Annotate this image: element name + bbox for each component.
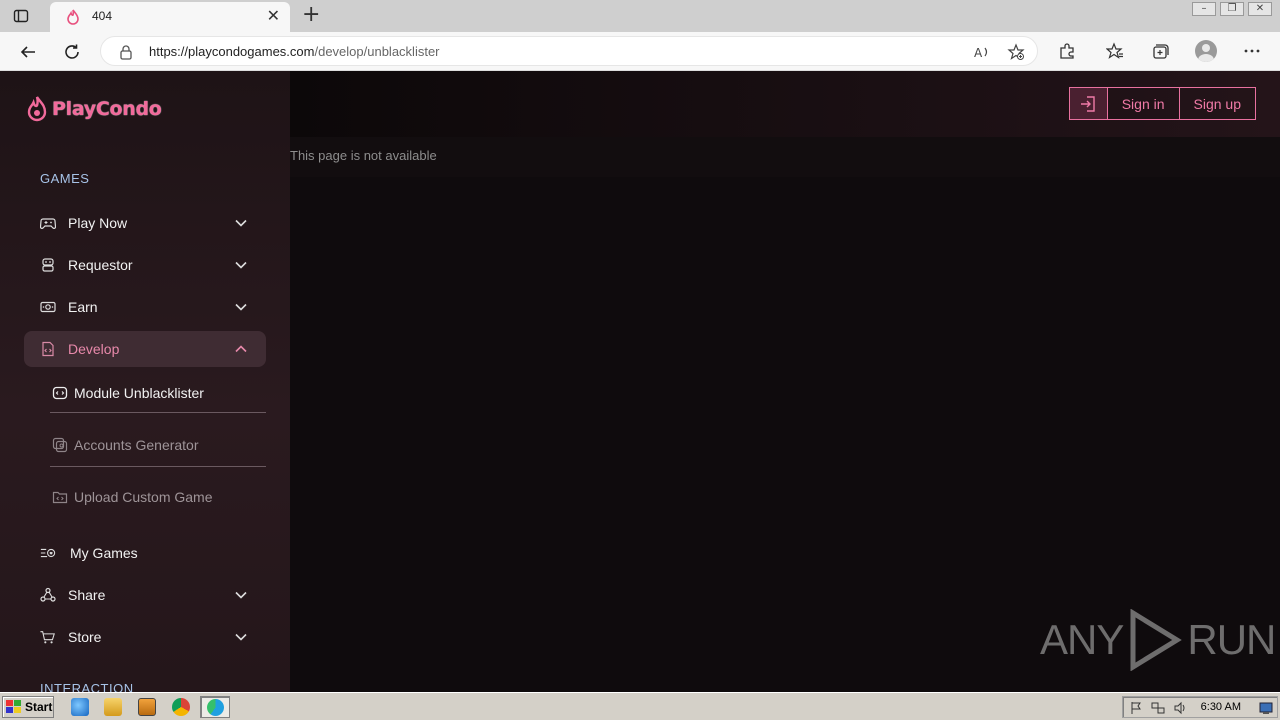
profile-avatar[interactable] <box>1195 40 1217 62</box>
main-header: Sign in Sign up <box>290 71 1280 137</box>
url-text[interactable]: https://playcondogames.com/develop/unbla… <box>149 44 440 59</box>
windows-logo-icon <box>6 700 21 713</box>
chevron-down-icon[interactable] <box>234 630 248 644</box>
browser-toolbar: https://playcondogames.com/develop/unbla… <box>0 32 1280 71</box>
restore-icon[interactable]: ❐ <box>1220 2 1244 16</box>
sidebar-item-my-games[interactable]: My Games <box>24 535 266 571</box>
sub-item-label: Accounts Generator <box>74 437 199 453</box>
section-title-games: GAMES <box>40 171 90 186</box>
login-icon <box>1081 95 1095 112</box>
sidebar-item-label: Store <box>68 629 102 645</box>
browser-tab[interactable]: 404 ✕ <box>50 2 290 32</box>
windows-taskbar: Start 6:30 AM <box>0 692 1280 720</box>
folder-icon[interactable] <box>104 698 122 716</box>
chevron-down-icon[interactable] <box>234 258 248 272</box>
chrome-icon[interactable] <box>172 698 190 716</box>
extensions-icon[interactable] <box>1057 41 1077 61</box>
favorites-icon[interactable] <box>1105 41 1125 61</box>
network-icon[interactable] <box>1151 701 1165 715</box>
sidebar-item-share[interactable]: Share <box>24 577 266 613</box>
anyrun-watermark: ANY RUN <box>1040 609 1276 671</box>
playcondo-logo[interactable]: PlayCondo <box>26 96 162 122</box>
collections-icon[interactable] <box>1150 41 1170 61</box>
read-aloud-icon[interactable]: A <box>973 43 991 61</box>
money-icon <box>40 301 56 313</box>
browser-tab-bar: 404 ✕ + – ❐ ✕ <box>0 0 1280 32</box>
module-icon <box>52 386 68 400</box>
auth-buttons: Sign in Sign up <box>1068 87 1256 120</box>
cart-icon <box>40 631 55 644</box>
list-heart-icon <box>40 548 56 558</box>
sidebar: PlayCondo GAMES Play Now Requestor Earn … <box>0 71 290 692</box>
close-window-icon[interactable]: ✕ <box>1248 2 1272 16</box>
section-title-interaction: INTERACTION <box>40 681 134 692</box>
media-player-icon[interactable] <box>138 698 156 716</box>
gamepad-icon <box>40 218 56 229</box>
chevron-down-icon[interactable] <box>234 588 248 602</box>
watermark-text-left: ANY <box>1040 616 1124 663</box>
ie-icon[interactable] <box>71 698 89 716</box>
lock-icon[interactable] <box>119 44 133 60</box>
address-bar[interactable]: https://playcondogames.com/develop/unbla… <box>100 36 1038 66</box>
sidebar-item-label: Play Now <box>68 215 128 231</box>
start-label: Start <box>25 700 53 714</box>
sidebar-item-requestor[interactable]: Requestor <box>24 247 266 283</box>
sub-item-module-unblacklister[interactable]: Module Unblacklister <box>50 375 266 411</box>
page: PlayCondo GAMES Play Now Requestor Earn … <box>0 71 1280 692</box>
tab-actions-icon[interactable] <box>10 6 32 26</box>
sub-divider <box>50 466 266 467</box>
sub-item-label: Module Unblacklister <box>74 385 204 401</box>
sidebar-item-develop[interactable]: Develop <box>24 331 266 367</box>
chevron-up-icon[interactable] <box>234 342 248 356</box>
sidebar-item-label: Requestor <box>68 257 133 273</box>
upload-folder-icon <box>52 491 68 504</box>
share-icon <box>40 587 56 602</box>
play-triangle-icon <box>1130 609 1183 671</box>
sidebar-item-label: Earn <box>68 299 98 315</box>
svg-text:A: A <box>974 46 983 60</box>
sub-item-accounts-generator[interactable]: Accounts Generator <box>50 427 266 463</box>
sub-divider <box>50 412 266 413</box>
accounts-icon <box>52 437 68 453</box>
sidebar-item-label: My Games <box>70 545 138 561</box>
sign-in-button[interactable]: Sign in <box>1107 87 1180 120</box>
flame-favicon-icon <box>67 9 79 25</box>
back-icon[interactable] <box>16 40 40 64</box>
sub-item-upload-custom-game[interactable]: Upload Custom Game <box>50 479 266 515</box>
taskbar-edge-active[interactable] <box>200 696 230 718</box>
chevron-down-icon[interactable] <box>234 300 248 314</box>
clock: 6:30 AM <box>1200 701 1241 713</box>
window-controls: – ❐ ✕ <box>1192 2 1272 16</box>
chevron-down-icon[interactable] <box>234 216 248 230</box>
edge-icon <box>207 699 224 716</box>
file-code-icon <box>42 341 54 357</box>
system-tray: 6:30 AM <box>1122 696 1278 718</box>
login-icon-button[interactable] <box>1068 87 1108 120</box>
minimize-icon[interactable]: – <box>1192 2 1216 16</box>
sidebar-item-label: Develop <box>68 341 120 357</box>
more-options-icon[interactable] <box>1242 41 1262 61</box>
watermark-text-right: RUN <box>1187 616 1276 663</box>
flame-logo-icon <box>27 96 47 122</box>
brand-name: PlayCondo <box>52 98 162 120</box>
sidebar-item-earn[interactable]: Earn <box>24 289 266 325</box>
close-tab-icon[interactable]: ✕ <box>267 8 280 24</box>
page-not-available-text: This page is not available <box>290 148 437 163</box>
notice-band <box>290 137 1280 177</box>
flag-icon[interactable] <box>1129 701 1143 715</box>
new-tab-icon[interactable]: + <box>302 4 320 26</box>
refresh-icon[interactable] <box>60 40 84 64</box>
sidebar-item-store[interactable]: Store <box>24 619 266 655</box>
robot-icon <box>42 258 54 272</box>
sub-item-label: Upload Custom Game <box>74 489 213 505</box>
show-desktop-icon[interactable] <box>1259 701 1273 715</box>
sign-up-button[interactable]: Sign up <box>1179 87 1256 120</box>
add-favorite-icon[interactable] <box>1007 43 1025 61</box>
sidebar-item-play-now[interactable]: Play Now <box>24 205 266 241</box>
start-button[interactable]: Start <box>2 696 54 718</box>
tab-title: 404 <box>92 9 113 23</box>
volume-icon[interactable] <box>1173 701 1187 715</box>
sidebar-item-label: Share <box>68 587 106 603</box>
